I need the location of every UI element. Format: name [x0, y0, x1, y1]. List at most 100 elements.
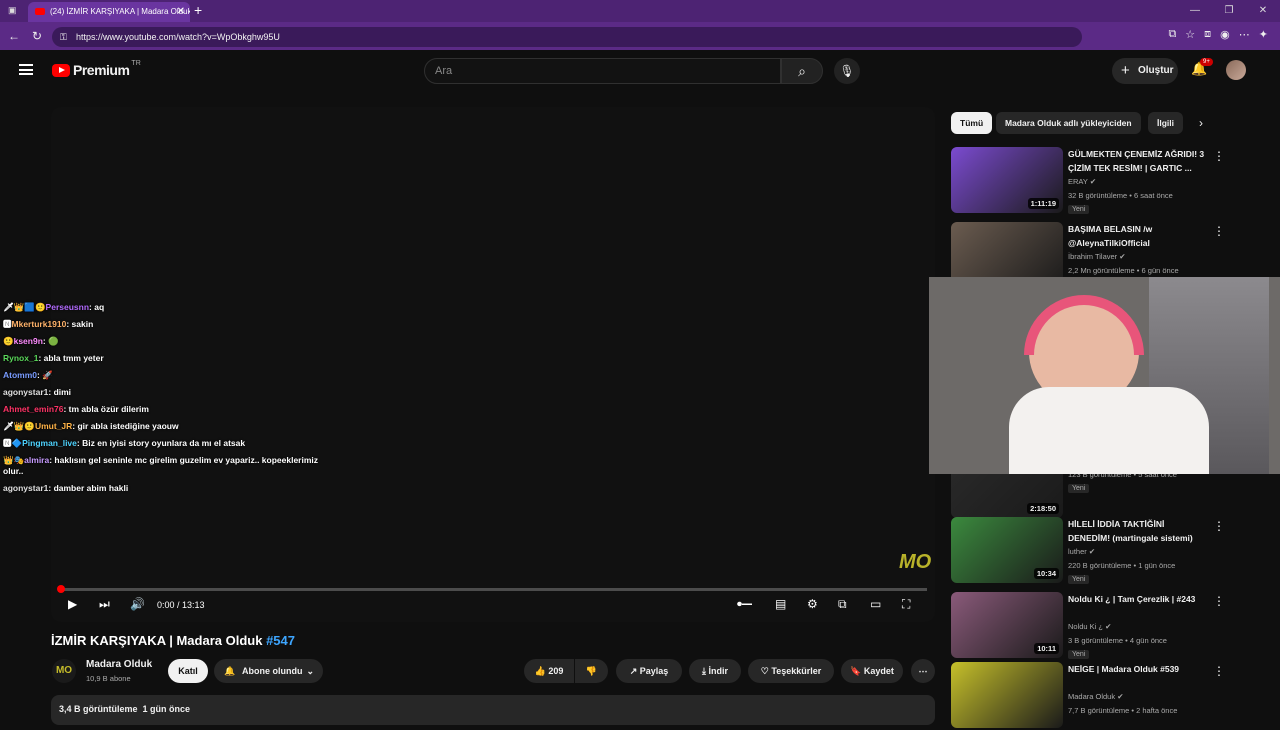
channel-avatar[interactable]: MO — [52, 659, 76, 683]
subscribed-button[interactable]: 🔔 Abone olundu ⌄ — [214, 659, 323, 683]
chat-username[interactable]: almira — [24, 455, 49, 465]
chat-username[interactable]: Perseusnn — [46, 302, 89, 312]
thanks-button[interactable]: ♡ Teşekkürler — [748, 659, 834, 683]
miniplayer-icon[interactable]: ⧉ — [838, 597, 847, 612]
copilot-icon[interactable]: ✦ — [1259, 28, 1268, 41]
video-thumbnail[interactable]: 1:11:19 — [951, 147, 1063, 213]
recommendation-title[interactable]: GÜLMEKTEN ÇENEMİZ AĞRIDI! 3 ÇİZİM TEK RE… — [1068, 147, 1208, 175]
video-hashtag[interactable]: #547 — [266, 633, 295, 648]
close-window-icon[interactable]: ✕ — [1246, 0, 1280, 22]
recommendation-channel[interactable]: Noldu Ki ¿ ✔ — [1068, 622, 1111, 631]
favorites-icon[interactable]: ☆ — [1185, 28, 1195, 41]
play-icon[interactable]: ▶ — [68, 597, 77, 611]
chat-message: 🙂ksen9n: 🟢 — [3, 336, 323, 347]
channel-name[interactable]: Madara Olduk — [86, 659, 152, 670]
fullscreen-icon[interactable]: ⛶ — [902, 597, 910, 612]
share-icon: ↗ — [629, 666, 638, 676]
next-icon[interactable]: ⏭ — [99, 597, 110, 612]
chat-username[interactable]: agonystar1 — [3, 387, 48, 397]
chat-username[interactable]: Atomm0 — [3, 370, 37, 380]
recommendation-item[interactable]: 1:11:19 GÜLMEKTEN ÇENEMİZ AĞRIDI! 3 ÇİZİM… — [951, 147, 1241, 215]
reload-icon[interactable]: ↻ — [32, 29, 42, 43]
more-vertical-icon[interactable]: ⋮ — [1213, 664, 1225, 678]
new-tab-icon[interactable]: + — [194, 2, 202, 18]
chat-username[interactable]: ksen9n — [14, 336, 43, 346]
more-actions-button[interactable]: ⋯ — [911, 659, 935, 683]
chip-all[interactable]: Tümü — [951, 112, 993, 134]
theater-mode-icon[interactable]: ▭ — [870, 597, 881, 611]
chip-from-uploader[interactable]: Madara Olduk adlı yükleyiciden — [996, 112, 1141, 134]
tab-close-icon[interactable]: ✕ — [177, 2, 185, 22]
dislike-button[interactable]: 👎 — [575, 659, 608, 683]
video-thumbnail[interactable]: 10:34 — [951, 517, 1063, 583]
description-box[interactable]: 3,4 B görüntüleme 1 gün önce — [51, 695, 935, 725]
recommendation-title[interactable]: NEİGE | Madara Olduk #539 — [1068, 662, 1208, 676]
chat-username[interactable]: Ahmet_emin76 — [3, 404, 63, 414]
search-button[interactable]: ⌕ — [781, 58, 823, 84]
create-button[interactable]: + Oluştur — [1112, 58, 1178, 84]
chevron-right-icon[interactable]: › — [1199, 116, 1203, 130]
video-thumbnail[interactable]: 10:11 — [951, 592, 1063, 658]
chat-username[interactable]: Pingman_live — [22, 438, 77, 448]
chat-text: aq — [94, 302, 105, 312]
profile-icon[interactable]: ◉ — [1220, 28, 1230, 41]
back-icon[interactable]: ← — [8, 29, 20, 43]
autoplay-toggle[interactable]: ⏺━ — [737, 599, 752, 610]
recommendation-title[interactable]: HİLELİ İDDİA TAKTİĞİNİ DENEDİM! (marting… — [1068, 517, 1208, 545]
scrubber-handle[interactable] — [57, 585, 65, 593]
volume-icon[interactable]: 🔊 — [130, 597, 145, 611]
more-icon[interactable]: ⋯ — [1239, 28, 1250, 41]
chat-username[interactable]: Rynox_1 — [3, 353, 38, 363]
chevron-down-icon: ⌄ — [306, 666, 314, 676]
collections-icon[interactable]: ⧈ — [1204, 28, 1211, 41]
recommendation-channel[interactable]: İbrahim Tilaver ✔ — [1068, 252, 1126, 261]
more-vertical-icon[interactable]: ⋮ — [1213, 519, 1225, 533]
recommendation-channel[interactable]: Madara Olduk ✔ — [1068, 692, 1124, 701]
more-vertical-icon[interactable]: ⋮ — [1213, 149, 1225, 163]
download-button[interactable]: ⤓ İndir — [689, 659, 741, 683]
progress-bar[interactable] — [57, 585, 927, 593]
tab-actions-icon[interactable]: ▣ — [8, 5, 17, 16]
yt-header: Premium TR Ara ⌕ 🎙 + Oluştur 🔔 9+ — [0, 50, 1280, 92]
youtube-logo[interactable]: Premium TR — [52, 60, 141, 78]
duration-badge: 10:11 — [1034, 643, 1059, 654]
chat-message: Atomm0: 🚀 — [3, 370, 323, 381]
maximize-icon[interactable]: ❐ — [1212, 0, 1246, 22]
like-button[interactable]: 👍 209 — [524, 659, 574, 683]
more-vertical-icon[interactable]: ⋮ — [1213, 224, 1225, 238]
chat-username[interactable]: Umut_JR — [35, 421, 72, 431]
recommendation-item[interactable]: 10:34 HİLELİ İDDİA TAKTİĞİNİ DENEDİM! (ma… — [951, 517, 1241, 585]
recommendation-channel[interactable]: ERAY ✔ — [1068, 177, 1096, 186]
streamer-shirt — [1009, 387, 1209, 474]
join-button[interactable]: Katıl — [168, 659, 208, 683]
chat-text: abla tmm yeter — [43, 353, 104, 363]
share-button[interactable]: ↗ Paylaş — [616, 659, 682, 683]
chat-message: 🅽🔷Pingman_live: Biz en iyisi story oyunl… — [3, 438, 323, 449]
address-bar[interactable]: ⚿ https://www.youtube.com/watch?v=WpObkg… — [52, 27, 1082, 47]
recommendation-channel[interactable]: luther ✔ — [1068, 547, 1095, 556]
plus-icon: + — [1121, 62, 1130, 79]
subtitles-icon[interactable]: ▤ — [775, 597, 786, 611]
more-vertical-icon[interactable]: ⋮ — [1213, 594, 1225, 608]
chat-text: Biz en iyisi story oyunlara da mı el ats… — [82, 438, 246, 448]
hamburger-menu-icon[interactable] — [19, 64, 33, 75]
search-input[interactable]: Ara — [424, 58, 781, 84]
minimize-icon[interactable]: — — [1178, 0, 1212, 22]
voice-search-button[interactable]: 🎙 — [834, 58, 860, 84]
extensions-icon[interactable]: ⧉ — [1168, 28, 1176, 41]
video-thumbnail[interactable] — [951, 662, 1063, 728]
verified-icon: ✔ — [1119, 252, 1126, 261]
recommendation-title[interactable]: Noldu Ki ¿ | Tam Çerezlik | #243 — [1068, 592, 1208, 606]
chip-related[interactable]: İlgili — [1148, 112, 1183, 134]
browser-tab[interactable]: (24) İZMİR KARŞIYAKA | Madara Olduk ✕ — [28, 2, 190, 22]
tab-strip: ▣ (24) İZMİR KARŞIYAKA | Madara Olduk ✕ … — [0, 0, 1280, 22]
settings-gear-icon[interactable]: ⚙ — [807, 597, 818, 611]
headphones — [1024, 295, 1144, 355]
save-button[interactable]: 🔖 Kaydet — [841, 659, 903, 683]
view-count: 3,4 B görüntüleme — [59, 704, 138, 714]
recommendation-item[interactable]: 10:11 Noldu Ki ¿ | Tam Çerezlik | #243 Nol… — [951, 592, 1241, 660]
chat-username[interactable]: Mkerturk1910 — [12, 319, 67, 329]
chat-username[interactable]: agonystar1 — [3, 483, 48, 493]
account-avatar[interactable] — [1226, 60, 1246, 80]
recommendation-title[interactable]: BAŞIMA BELASIN /w @AleynaTilkiOfficial — [1068, 222, 1208, 250]
